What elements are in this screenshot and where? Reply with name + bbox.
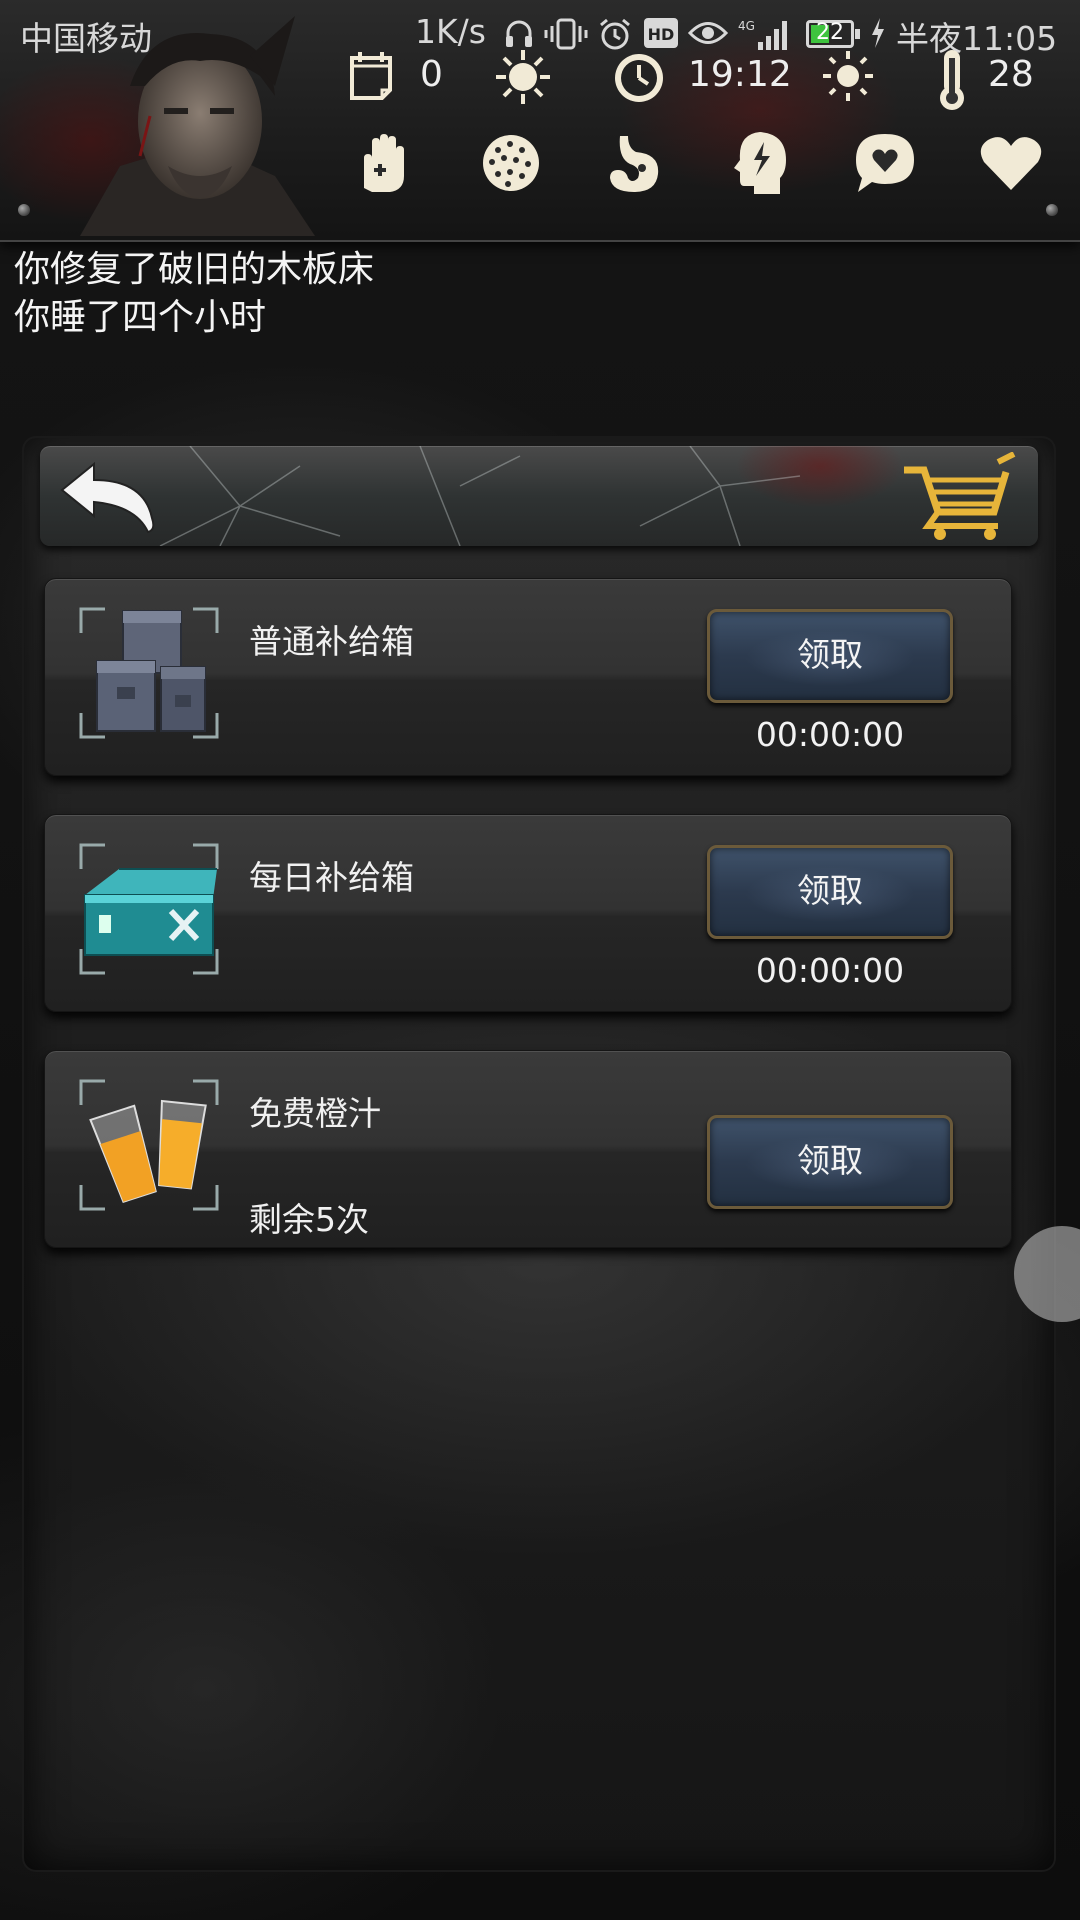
headphones-icon [506, 20, 532, 47]
cooldown-timer: 00:00:00 [755, 951, 905, 990]
message-log: 你修复了破旧的木板床 你睡了四个小时 [14, 246, 374, 342]
claim-button[interactable]: 领取 [707, 609, 953, 703]
item-title: 普通补给箱 [249, 622, 414, 661]
head-energy-icon[interactable] [724, 128, 794, 198]
shop-cart-icon[interactable] [898, 452, 1018, 542]
ammo-crates-icon [79, 607, 219, 739]
tool-case-icon [79, 843, 219, 975]
back-arrow-icon[interactable] [52, 456, 172, 536]
stomach-icon[interactable] [598, 128, 668, 198]
virus-icon[interactable] [476, 128, 546, 198]
svg-text:4G: 4G [738, 19, 755, 33]
remaining-count: 剩余5次 [249, 1200, 369, 1239]
hd-icon: HD [644, 18, 678, 48]
day-counter: 0 [420, 54, 443, 95]
temperature-value: 28 [988, 54, 1034, 95]
supply-item-regular-crate: 普通补给箱 领取 00:00:00 [44, 578, 1012, 776]
item-title: 免费橙汁 [249, 1094, 381, 1133]
calendar-icon [350, 52, 392, 100]
log-line: 你睡了四个小时 [14, 297, 267, 338]
panel-toolbar [40, 446, 1038, 546]
supply-item-daily-crate: 每日补给箱 领取 00:00:00 [44, 814, 1012, 1012]
rivet [18, 204, 30, 216]
vibrate-icon [544, 18, 588, 50]
battery-level: 22 [816, 20, 844, 45]
network-speed: 1K/s [415, 12, 486, 51]
battery-icon: 22 [806, 20, 860, 48]
hand-icon[interactable] [352, 128, 422, 198]
item-title: 每日补给箱 [249, 858, 414, 897]
cracked-glass-texture [159, 446, 801, 546]
alarm-icon [600, 18, 630, 50]
log-line: 你修复了破旧的木板床 [14, 249, 375, 290]
game-time: 19:12 [688, 54, 792, 95]
heart-icon[interactable] [976, 128, 1046, 198]
thermometer-icon [940, 50, 964, 110]
speech-heart-icon[interactable] [850, 128, 920, 198]
claim-button[interactable]: 领取 [707, 845, 953, 939]
cooldown-timer: 00:00:00 [755, 715, 905, 754]
game-header: 中国移动 1K/s HD 4G 22 半夜11:05 0 19:12 28 [0, 0, 1080, 242]
svg-text:HD: HD [648, 25, 675, 44]
orange-juice-icon [79, 1079, 219, 1211]
eye-icon [688, 22, 728, 44]
carrier-name: 中国移动 [20, 19, 152, 58]
rivet [1046, 204, 1058, 216]
sun-burst-icon [496, 50, 550, 104]
supply-item-orange-juice: 免费橙汁 剩余5次 领取 [44, 1050, 1012, 1248]
signal-4g-icon: 4G [738, 19, 787, 50]
clock-icon [615, 54, 663, 102]
claim-button[interactable]: 领取 [707, 1115, 953, 1209]
charging-icon [872, 18, 884, 48]
sun-icon [823, 51, 873, 101]
system-clock: 半夜11:05 [896, 19, 1058, 58]
